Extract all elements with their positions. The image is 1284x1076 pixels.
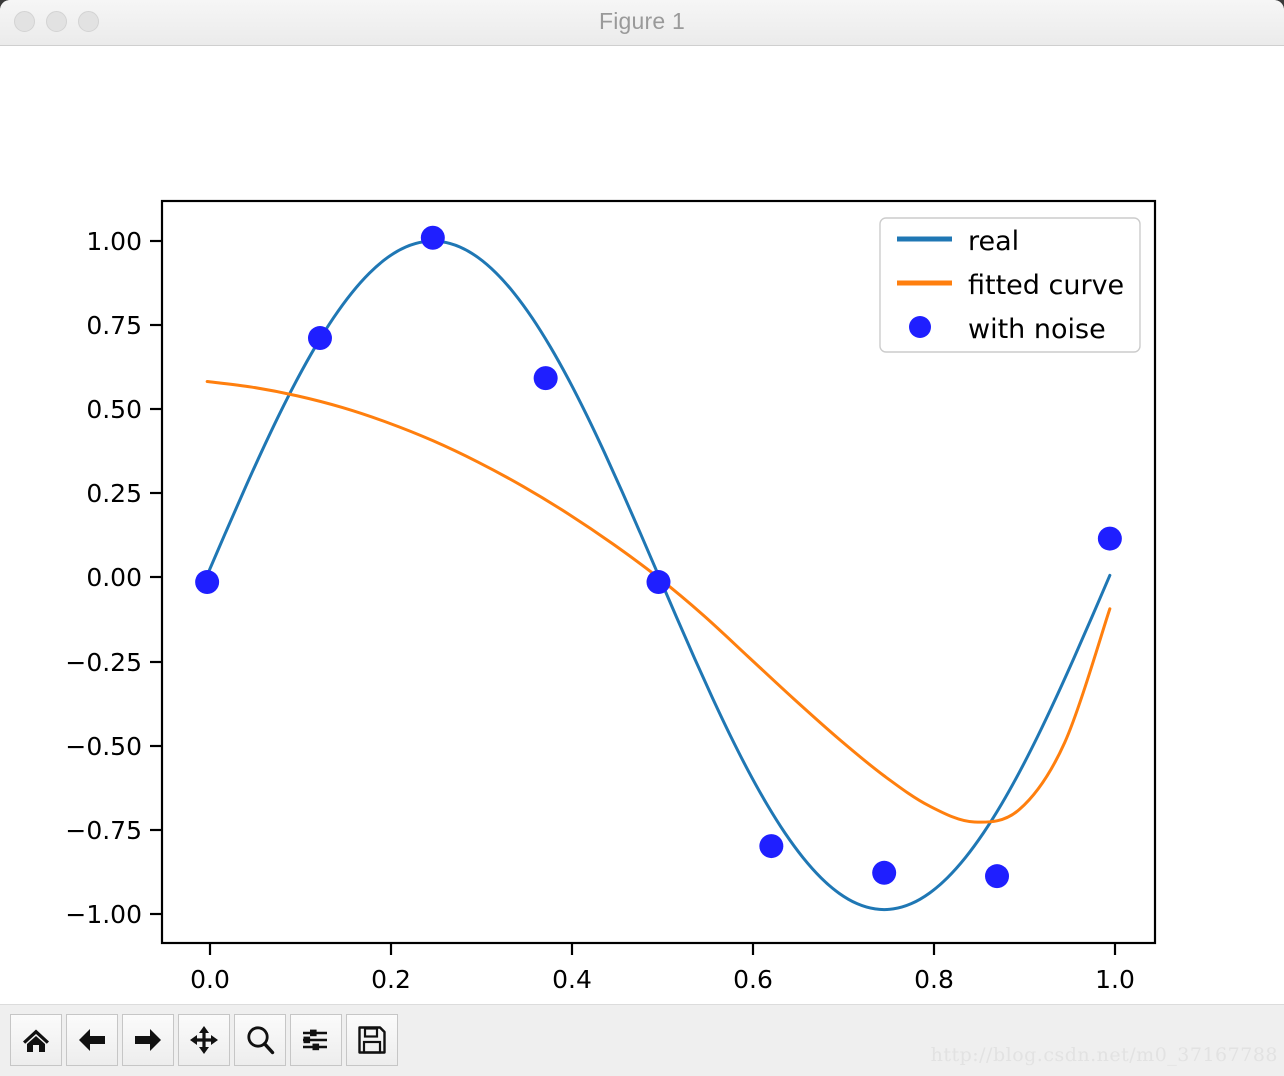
y-tick-label: 0.75	[86, 311, 142, 340]
window-titlebar: Figure 1	[0, 0, 1284, 46]
data-point	[420, 225, 445, 250]
arrow-left-icon	[76, 1024, 108, 1056]
data-point	[985, 864, 1010, 889]
y-tick-group: 0.75	[86, 311, 162, 340]
navigation-toolbar: http://blog.csdn.net/m0_37167788	[0, 1004, 1284, 1076]
toolbar-button-group	[10, 1014, 398, 1066]
zoom-button[interactable]	[234, 1014, 286, 1066]
y-tick-label: −0.25	[65, 648, 142, 677]
y-tick-label: 0.25	[86, 479, 142, 508]
y-tick-label: 0.00	[86, 563, 142, 592]
y-tick-group: 1.00	[86, 227, 162, 256]
y-tick-group: −0.25	[65, 648, 162, 677]
y-tick-group: −0.50	[65, 732, 162, 761]
y-tick-label: 1.00	[86, 227, 142, 256]
configure-subplots-button[interactable]	[290, 1014, 342, 1066]
magnifier-icon	[244, 1024, 276, 1056]
sliders-icon	[300, 1024, 332, 1056]
window-title: Figure 1	[599, 8, 685, 34]
legend-label-real: real	[968, 226, 1019, 257]
x-axis-ticks: 0.0 0.2 0.4 0.6 0.8 1.0	[190, 943, 1135, 994]
y-tick-group: −0.75	[65, 816, 162, 845]
legend-label-with-noise: with noise	[968, 314, 1106, 345]
floppy-disk-icon	[356, 1024, 388, 1056]
matplotlib-axes: 1.00 0.75 0.50 0.25 0.00 −0.25 −0.50 −0.…	[65, 199, 1157, 994]
back-button[interactable]	[66, 1014, 118, 1066]
pan-button[interactable]	[178, 1014, 230, 1066]
forward-button[interactable]	[122, 1014, 174, 1066]
figure-window: Figure 1 1.00 0.75 0.50 0.25 0.00 −0.25 …	[0, 0, 1284, 1076]
x-tick-label: 0.4	[552, 965, 592, 994]
y-tick-label: −1.00	[65, 900, 142, 929]
home-icon	[20, 1024, 52, 1056]
figure-canvas[interactable]: 1.00 0.75 0.50 0.25 0.00 −0.25 −0.50 −0.…	[0, 46, 1284, 1006]
home-button[interactable]	[10, 1014, 62, 1066]
data-point	[872, 860, 897, 885]
x-tick-group: 1.0	[1095, 943, 1135, 994]
x-tick-label: 0.8	[914, 965, 954, 994]
y-tick-label: −0.75	[65, 816, 142, 845]
legend-label-fitted-curve: fitted curve	[968, 270, 1124, 301]
y-tick-label: −0.50	[65, 732, 142, 761]
x-tick-group: 0.4	[552, 943, 592, 994]
y-tick-group: 0.00	[86, 563, 162, 592]
save-button[interactable]	[346, 1014, 398, 1066]
data-point	[1097, 526, 1122, 551]
x-tick-group: 0.2	[371, 943, 411, 994]
data-point	[533, 366, 558, 391]
data-point	[195, 570, 220, 595]
move-arrows-icon	[188, 1024, 220, 1056]
y-tick-group: −1.00	[65, 900, 162, 929]
x-tick-label: 1.0	[1095, 965, 1135, 994]
y-tick-group: 0.25	[86, 479, 162, 508]
x-tick-group: 0.0	[190, 943, 230, 994]
y-axis-ticks: 1.00 0.75 0.50 0.25 0.00 −0.25 −0.50 −0.…	[65, 227, 162, 929]
watermark-text: http://blog.csdn.net/m0_37167788	[930, 1044, 1278, 1066]
x-tick-group: 0.8	[914, 943, 954, 994]
data-point	[759, 834, 784, 859]
x-tick-label: 0.6	[733, 965, 773, 994]
arrow-right-icon	[132, 1024, 164, 1056]
y-tick-label: 0.50	[86, 395, 142, 424]
data-point	[646, 570, 671, 595]
legend-swatch-with-noise	[909, 316, 931, 338]
legend: real fitted curve with noise	[879, 217, 1141, 353]
x-tick-label: 0.2	[371, 965, 411, 994]
x-tick-group: 0.6	[733, 943, 773, 994]
x-tick-label: 0.0	[190, 965, 230, 994]
y-tick-group: 0.50	[86, 395, 162, 424]
data-point	[307, 326, 332, 351]
